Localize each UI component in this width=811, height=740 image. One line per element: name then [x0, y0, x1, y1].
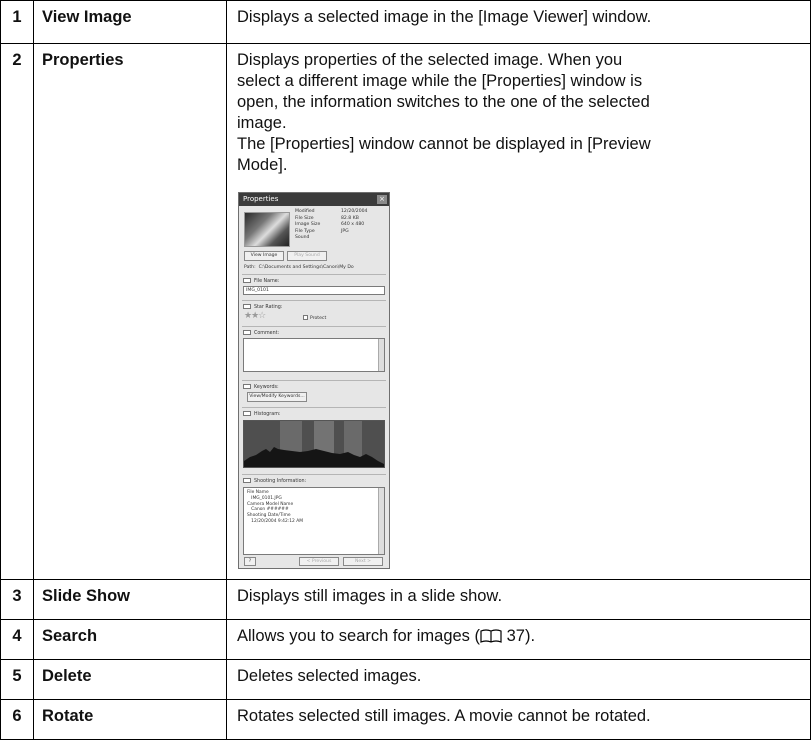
section-label: Keywords:: [254, 385, 279, 390]
function-name: Slide Show: [33, 579, 227, 620]
row-number: 4: [0, 619, 34, 660]
info-label: Modified: [295, 209, 315, 214]
protect-label: Protect: [310, 316, 327, 321]
function-description: Allows you to search for images ( 37).: [226, 619, 811, 660]
properties-title: Properties: [243, 195, 279, 203]
help-button[interactable]: ?: [244, 557, 256, 566]
collapse-icon[interactable]: [243, 330, 251, 335]
row-number: 6: [0, 699, 34, 740]
collapse-icon[interactable]: [243, 304, 251, 309]
scrollbar[interactable]: [378, 488, 384, 554]
table-row: 3 Slide Show Displays still images in a …: [0, 579, 811, 620]
play-sound-button[interactable]: Play Sound: [287, 251, 327, 261]
table-row: 2 Properties Displays properties of the …: [0, 43, 811, 580]
function-name: Search: [33, 619, 227, 660]
description-text: ).: [524, 627, 536, 645]
properties-window-screenshot: Properties × Modified 12/20/2004 File Siz…: [238, 192, 390, 569]
collapse-icon[interactable]: [243, 384, 251, 389]
info-value: [341, 235, 387, 242]
function-table: 1 View Image Displays a selected image i…: [0, 0, 811, 740]
info-label: Image Size: [295, 222, 321, 228]
function-description: Displays still images in a slide show.: [226, 579, 811, 620]
star-rating-icon[interactable]: ★★☆: [244, 311, 266, 321]
path-label: Path:: [244, 265, 256, 270]
page-reference[interactable]: 37: [507, 627, 525, 645]
section-label: File Name:: [254, 279, 280, 284]
description-line: Mode].: [237, 156, 288, 174]
row-number: 1: [0, 0, 34, 44]
file-name-section: File Name:: [243, 278, 279, 285]
function-name: Delete: [33, 659, 227, 700]
next-button[interactable]: Next >: [343, 557, 383, 566]
description-line: Displays properties of the selected imag…: [237, 51, 623, 69]
path-row: Path: C:\Documents and Settings\Canon\My…: [244, 265, 354, 271]
function-name: Properties: [33, 43, 227, 580]
divider: [242, 326, 386, 327]
function-name: View Image: [33, 0, 227, 44]
image-thumbnail: [244, 212, 290, 247]
comment-section: Comment:: [243, 330, 279, 337]
description-line: open, the information switches to the on…: [237, 93, 650, 111]
shooting-info-section: Shooting Information:: [243, 478, 306, 485]
info-value: 12/20/2004: [341, 209, 368, 214]
histogram-graph: [243, 420, 385, 468]
function-description: Deletes selected images.: [226, 659, 811, 700]
histogram-section: Histogram:: [243, 411, 281, 418]
info-value: 640 x 480: [341, 222, 365, 228]
section-label: Comment:: [254, 331, 280, 336]
row-number: 3: [0, 579, 34, 620]
comment-field[interactable]: [243, 338, 385, 372]
histogram-curve: [244, 447, 384, 467]
divider: [242, 474, 386, 475]
row-number: 2: [0, 43, 34, 580]
function-description: Rotates selected still images. A movie c…: [226, 699, 811, 740]
divider: [242, 300, 386, 301]
function-name: Rotate: [33, 699, 227, 740]
star-rating-section: Star Rating:: [243, 304, 282, 311]
book-icon: [480, 629, 502, 643]
close-icon[interactable]: ×: [377, 195, 387, 204]
section-label: Histogram:: [254, 412, 281, 417]
collapse-icon[interactable]: [243, 478, 251, 483]
function-description: Displays a selected image in the [Image …: [226, 0, 811, 44]
divider: [242, 274, 386, 275]
table-row: 6 Rotate Rotates selected still images. …: [0, 699, 811, 740]
table-row: 4 Search Allows you to search for images…: [0, 619, 811, 660]
scrollbar[interactable]: [378, 339, 384, 371]
description-line: image.: [237, 114, 287, 132]
divider: [242, 380, 386, 381]
protect-checkbox[interactable]: Protect: [303, 315, 326, 322]
shooting-info-list[interactable]: File Name IMG_0101.JPG Camera Model Name…: [243, 487, 385, 555]
description-line: The [Properties] window cannot be displa…: [237, 135, 651, 153]
description-text: Allows you to search for images (: [237, 627, 481, 645]
section-label: Shooting Information:: [254, 479, 307, 484]
image-info: Modified 12/20/2004 File Size 82.8 KB Imag…: [295, 209, 387, 242]
divider: [242, 407, 386, 408]
view-modify-keywords-button[interactable]: View/Modify Keywords...: [247, 392, 307, 402]
collapse-icon[interactable]: [243, 278, 251, 283]
previous-button[interactable]: < Previous: [299, 557, 339, 566]
function-description: Displays properties of the selected imag…: [226, 43, 811, 580]
path-value: C:\Documents and Settings\Canon\My Do: [258, 265, 354, 270]
table-row: 5 Delete Deletes selected images.: [0, 659, 811, 700]
description-line: select a different image while the [Prop…: [237, 72, 643, 90]
collapse-icon[interactable]: [243, 411, 251, 416]
properties-titlebar: Properties ×: [239, 193, 389, 206]
keywords-section: Keywords:: [243, 384, 279, 391]
section-label: Star Rating:: [254, 305, 283, 310]
view-image-button[interactable]: View Image: [244, 251, 284, 261]
info-label: Sound: [295, 235, 310, 241]
table-row: 1 View Image Displays a selected image i…: [0, 0, 811, 44]
shooting-info-line: 12/20/2004 9:42:12 AM: [247, 518, 304, 524]
file-name-field[interactable]: IMG_0101: [243, 286, 385, 295]
info-value: JPG: [341, 228, 349, 234]
row-number: 5: [0, 659, 34, 700]
